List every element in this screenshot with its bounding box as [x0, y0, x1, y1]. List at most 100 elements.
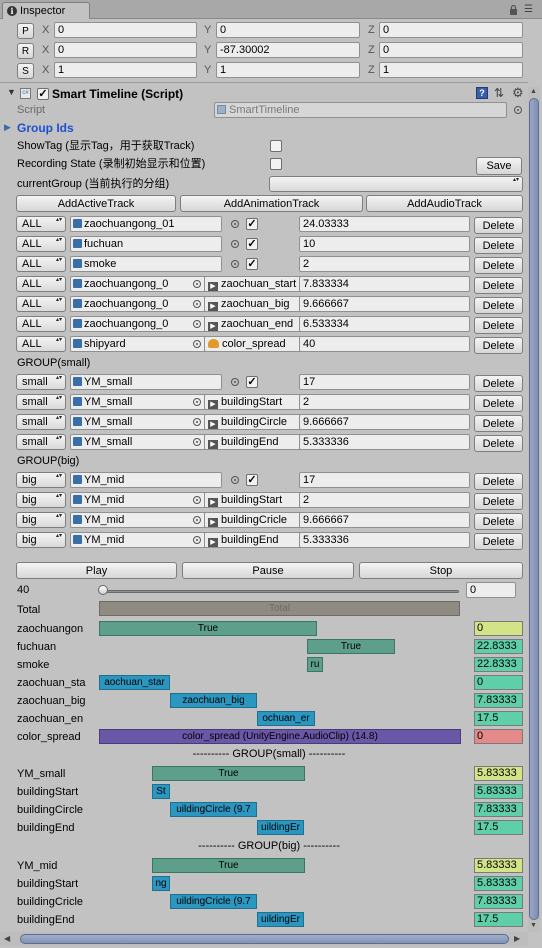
play-button[interactable]: Play: [16, 562, 177, 579]
add-active-track-button[interactable]: AddActiveTrack: [16, 195, 176, 212]
preset-icon[interactable]: ⇅: [494, 86, 504, 100]
save-button[interactable]: Save: [476, 157, 522, 175]
help-icon[interactable]: ?: [476, 87, 488, 99]
transform-s-button[interactable]: S: [17, 63, 34, 79]
track-value-field[interactable]: 2: [299, 394, 470, 410]
object-picker-icon[interactable]: [231, 260, 239, 268]
track-group-dropdown[interactable]: small: [16, 414, 66, 430]
vertical-scrollbar-thumb[interactable]: [529, 98, 539, 920]
track-group-dropdown[interactable]: small: [16, 394, 66, 410]
track-value-field[interactable]: 7.833334: [299, 276, 470, 292]
track-active-checkbox[interactable]: ✓: [246, 238, 258, 250]
delete-button[interactable]: Delete: [474, 317, 523, 334]
track-value-field[interactable]: 6.533334: [299, 316, 470, 332]
delete-button[interactable]: Delete: [474, 257, 523, 274]
track-group-dropdown[interactable]: ALL: [16, 236, 66, 252]
delete-button[interactable]: Delete: [474, 473, 523, 490]
track-value-field[interactable]: 10: [299, 236, 470, 252]
track-value-field[interactable]: 9.666667: [299, 512, 470, 528]
track-group-dropdown[interactable]: small: [16, 374, 66, 390]
clip-picker-icon[interactable]: [193, 300, 201, 308]
track-value-field[interactable]: 24.03333: [299, 216, 470, 232]
track-value-field[interactable]: 17: [299, 472, 470, 488]
clip-picker-icon[interactable]: [193, 340, 201, 348]
delete-button[interactable]: Delete: [474, 395, 523, 412]
track-object-field[interactable]: YM_mid: [70, 472, 222, 488]
track-active-checkbox[interactable]: ✓: [246, 258, 258, 270]
delete-button[interactable]: Delete: [474, 513, 523, 530]
show-tag-checkbox[interactable]: [270, 140, 282, 152]
track-value-field[interactable]: 17: [299, 374, 470, 390]
transform-z-field[interactable]: 0: [379, 42, 523, 58]
track-value-field[interactable]: 5.333336: [299, 434, 470, 450]
delete-button[interactable]: Delete: [474, 435, 523, 452]
object-picker-icon[interactable]: [231, 220, 239, 228]
clip-picker-icon[interactable]: [193, 496, 201, 504]
track-active-checkbox[interactable]: ✓: [246, 474, 258, 486]
clip-picker-icon[interactable]: [193, 280, 201, 288]
group-ids-arrow-icon[interactable]: ▶: [4, 122, 11, 133]
track-group-dropdown[interactable]: small: [16, 434, 66, 450]
track-active-checkbox[interactable]: ✓: [246, 218, 258, 230]
foldout-arrow-icon[interactable]: ▼: [7, 87, 16, 97]
time-slider-knob[interactable]: [98, 585, 108, 595]
track-group-dropdown[interactable]: ALL: [16, 296, 66, 312]
delete-button[interactable]: Delete: [474, 375, 523, 392]
delete-button[interactable]: Delete: [474, 337, 523, 354]
transform-y-field[interactable]: 0: [216, 22, 360, 38]
delete-button[interactable]: Delete: [474, 493, 523, 510]
clip-picker-icon[interactable]: [193, 536, 201, 544]
track-value-field[interactable]: 9.666667: [299, 414, 470, 430]
menu-icon[interactable]: ☰: [524, 4, 536, 15]
object-picker-icon[interactable]: [514, 106, 522, 114]
lock-icon[interactable]: [509, 5, 518, 15]
object-picker-icon[interactable]: [231, 476, 239, 484]
time-slider-track[interactable]: [101, 590, 459, 593]
track-object-field[interactable]: YM_small: [70, 374, 222, 390]
track-value-field[interactable]: 5.333336: [299, 532, 470, 548]
group-ids-label[interactable]: Group Ids: [17, 121, 74, 135]
transform-x-field[interactable]: 1: [54, 62, 197, 78]
track-group-dropdown[interactable]: ALL: [16, 336, 66, 352]
delete-button[interactable]: Delete: [474, 533, 523, 550]
scroll-left-arrow-icon[interactable]: ◀: [4, 934, 10, 943]
transform-y-field[interactable]: -87.30002: [216, 42, 360, 58]
track-value-field[interactable]: 9.666667: [299, 296, 470, 312]
transform-p-button[interactable]: P: [17, 23, 34, 39]
clip-picker-icon[interactable]: [193, 418, 201, 426]
stop-button[interactable]: Stop: [359, 562, 523, 579]
clip-picker-icon[interactable]: [193, 516, 201, 524]
horizontal-scrollbar-thumb[interactable]: [20, 934, 509, 944]
track-object-field[interactable]: zaochuangong_01: [70, 216, 222, 232]
delete-button[interactable]: Delete: [474, 277, 523, 294]
scroll-up-arrow-icon[interactable]: ▲: [530, 88, 537, 95]
tab-inspector[interactable]: i Inspector: [2, 2, 90, 19]
pause-button[interactable]: Pause: [182, 562, 354, 579]
track-active-checkbox[interactable]: ✓: [246, 376, 258, 388]
transform-r-button[interactable]: R: [17, 43, 34, 59]
track-object-field[interactable]: smoke: [70, 256, 222, 272]
scroll-right-arrow-icon[interactable]: ▶: [514, 934, 520, 943]
add-animation-track-button[interactable]: AddAnimationTrack: [180, 195, 363, 212]
add-audio-track-button[interactable]: AddAudioTrack: [366, 195, 523, 212]
delete-button[interactable]: Delete: [474, 415, 523, 432]
current-group-dropdown[interactable]: [269, 176, 523, 192]
time-value-field[interactable]: 0: [466, 582, 516, 598]
track-group-dropdown[interactable]: big: [16, 492, 66, 508]
transform-z-field[interactable]: 1: [379, 62, 523, 78]
clip-picker-icon[interactable]: [193, 320, 201, 328]
clip-picker-icon[interactable]: [193, 438, 201, 446]
object-picker-icon[interactable]: [231, 240, 239, 248]
clip-picker-icon[interactable]: [193, 398, 201, 406]
object-picker-icon[interactable]: [231, 378, 239, 386]
delete-button[interactable]: Delete: [474, 237, 523, 254]
transform-y-field[interactable]: 1: [216, 62, 360, 78]
track-value-field[interactable]: 2: [299, 256, 470, 272]
track-value-field[interactable]: 2: [299, 492, 470, 508]
transform-z-field[interactable]: 0: [379, 22, 523, 38]
scroll-down-arrow-icon[interactable]: ▼: [530, 922, 537, 929]
transform-x-field[interactable]: 0: [54, 22, 197, 38]
delete-button[interactable]: Delete: [474, 217, 523, 234]
component-enabled-checkbox[interactable]: ✓: [37, 88, 49, 100]
track-group-dropdown[interactable]: big: [16, 472, 66, 488]
